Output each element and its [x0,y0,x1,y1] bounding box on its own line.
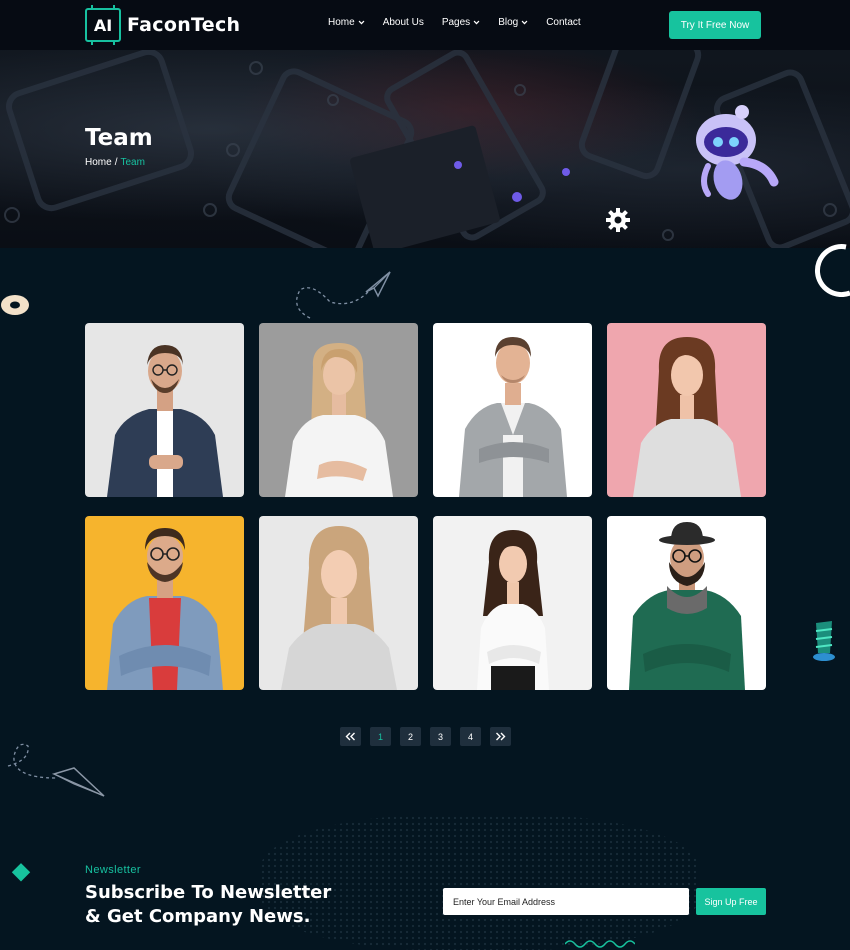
team-member-photo [259,323,418,497]
breadcrumb-home-link[interactable]: Home [85,157,112,168]
brand-name: FaconTech [127,14,241,36]
logo[interactable]: AI FaconTech [85,5,241,45]
nav-item-contact[interactable]: Contact [546,17,580,28]
nav-label: Blog [498,17,519,28]
chip-logo-icon: AI [85,5,121,45]
team-member-photo [433,323,592,497]
nav-item-home[interactable]: Home [328,17,365,28]
nav-label: About Us [382,17,424,28]
sign-up-button[interactable]: Sign Up Free [696,888,766,915]
chevron-down-icon [473,20,480,25]
chevron-down-icon [358,20,365,25]
newsletter-title-line-1: Subscribe To Newsletter [85,882,332,903]
team-member-photo [85,516,244,690]
gear-icon [606,208,630,232]
nav-label: Pages [441,17,471,28]
logo-mark: AI [93,15,113,35]
nav-item-about-us[interactable]: About Us [383,17,424,28]
nav-label: Contact [546,17,581,28]
pagination-page-3[interactable]: 3 [430,727,451,746]
pagination-next-button[interactable] [490,727,511,746]
team-member-photo [433,516,592,690]
diamond-decoration-icon [11,863,31,882]
team-member-card[interactable] [85,323,244,497]
nav-item-blog[interactable]: Blog [498,17,528,28]
donut-decoration-icon [1,295,29,315]
nav-item-pages[interactable]: Pages [442,17,480,28]
hologram-decoration-icon [813,621,835,661]
pagination-page-4[interactable]: 4 [460,727,481,746]
team-member-card[interactable] [607,516,766,690]
newsletter-title: Subscribe To Newsletter & Get Company Ne… [85,881,331,929]
team-member-card[interactable] [259,516,418,690]
page-title: Team [85,125,153,151]
team-member-photo [607,323,766,497]
site-header: AI FaconTech Home About Us Pages Blog Co… [0,0,850,50]
double-chevron-left-icon [345,732,355,741]
newsletter-title-line-2: & Get Company News. [85,906,311,927]
breadcrumb-current: Team [120,157,145,168]
breadcrumb: Home / Team [85,157,145,168]
robot-mascot-icon [696,105,779,200]
team-member-card[interactable] [85,516,244,690]
paper-plane-icon [296,271,391,319]
pagination-page-2[interactable]: 2 [400,727,421,746]
page-hero: Team Home / Team [0,50,850,248]
pagination-prev-button[interactable] [340,727,361,746]
newsletter-kicker: Newsletter [85,864,141,876]
team-member-photo [607,516,766,690]
team-member-card[interactable] [607,323,766,497]
breadcrumb-separator: / [114,157,118,168]
newsletter-email-input[interactable] [443,888,689,915]
team-member-photo [259,516,418,690]
try-free-button[interactable]: Try It Free Now [669,11,761,39]
pagination-page-1[interactable]: 1 [370,727,391,746]
main-nav: Home About Us Pages Blog Contact [328,17,581,28]
team-member-card[interactable] [433,516,592,690]
team-member-photo [85,323,244,497]
paper-plane-icon [7,743,105,797]
team-member-card[interactable] [259,323,418,497]
double-chevron-right-icon [496,732,506,741]
nav-label: Home [328,17,355,28]
team-member-card[interactable] [433,323,592,497]
ring-decoration-icon [815,244,850,297]
chevron-down-icon [521,20,528,25]
pagination: 1 2 3 4 [340,727,511,746]
